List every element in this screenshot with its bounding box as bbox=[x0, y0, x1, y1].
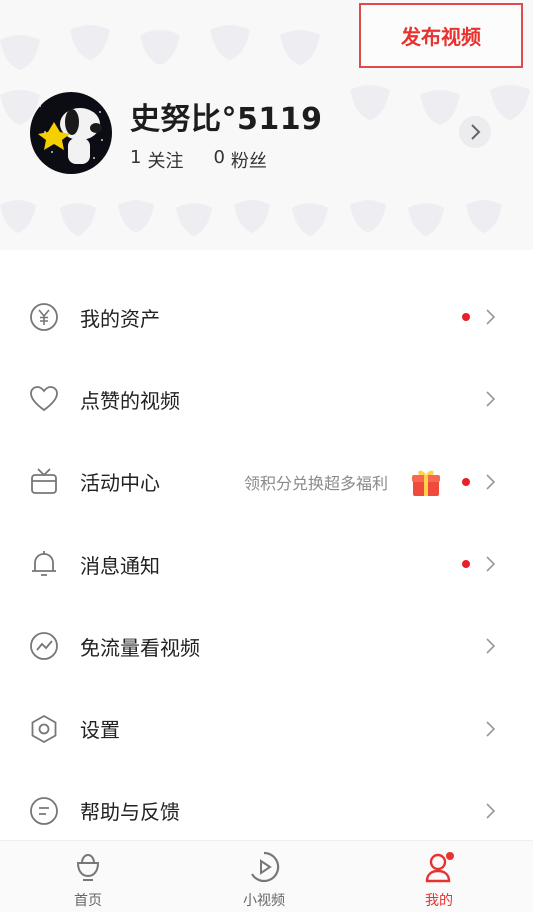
chevron-right-icon bbox=[486, 803, 496, 819]
bell-icon bbox=[29, 549, 59, 579]
chevron-right-icon bbox=[486, 309, 496, 325]
chevron-right-icon bbox=[486, 391, 496, 408]
menu-item-label: 设置 bbox=[80, 718, 120, 743]
menu-item-settings[interactable]: 设置 bbox=[0, 687, 533, 769]
profile-arrow-button[interactable] bbox=[459, 116, 491, 148]
chevron-right-icon bbox=[486, 638, 496, 654]
menu-item-free-data[interactable]: 免流量看视频 bbox=[0, 605, 533, 687]
followers-count[interactable]: 0 粉丝 bbox=[213, 147, 266, 173]
tab-label: 我的 bbox=[425, 893, 453, 909]
feedback-icon bbox=[29, 796, 59, 826]
heart-icon bbox=[29, 384, 59, 414]
following-label: 关注 bbox=[147, 151, 184, 172]
chevron-right-icon bbox=[486, 721, 496, 737]
following-number: 1 bbox=[130, 147, 142, 168]
tab-mine[interactable]: 我的 bbox=[379, 841, 499, 912]
menu-item-activity-center[interactable]: 活动中心 领积分兑换超多福利 bbox=[0, 441, 533, 523]
yuan-coin-icon bbox=[29, 302, 59, 332]
notification-dot bbox=[462, 313, 470, 322]
publish-video-button[interactable]: 发布视频 bbox=[359, 3, 523, 68]
username: 史努比°5119 bbox=[130, 102, 323, 137]
following-count[interactable]: 1 关注 bbox=[130, 147, 183, 173]
followers-label: 粉丝 bbox=[230, 151, 267, 172]
play-icon bbox=[251, 851, 280, 883]
home-icon bbox=[76, 853, 100, 881]
menu-list: 我的资产 点赞的视频 活动中心 领积分兑换超多福利 消息通知 免流量看视频 设置… bbox=[0, 276, 533, 852]
tab-short-video[interactable]: 小视频 bbox=[204, 841, 324, 912]
menu-item-label: 免流量看视频 bbox=[80, 635, 200, 660]
menu-item-notifications[interactable]: 消息通知 bbox=[0, 523, 533, 605]
menu-item-label: 点赞的视频 bbox=[80, 388, 180, 413]
notification-dot bbox=[462, 477, 470, 486]
menu-item-assets[interactable]: 我的资产 bbox=[0, 276, 533, 358]
notification-dot bbox=[462, 560, 470, 569]
chevron-right-icon bbox=[486, 556, 496, 572]
chevron-right-icon bbox=[486, 474, 496, 490]
bottom-tab-bar: 首页 小视频 我的 bbox=[0, 840, 533, 912]
gift-icon bbox=[412, 470, 440, 496]
menu-item-label: 消息通知 bbox=[80, 553, 160, 578]
tv-icon bbox=[29, 467, 59, 497]
activity-hint: 领积分兑换超多福利 bbox=[243, 473, 388, 493]
menu-item-liked-videos[interactable]: 点赞的视频 bbox=[0, 358, 533, 440]
menu-item-label: 我的资产 bbox=[80, 306, 160, 331]
trend-icon bbox=[29, 631, 59, 661]
followers-number: 0 bbox=[213, 147, 225, 168]
chevron-right-icon bbox=[471, 124, 481, 140]
menu-item-label: 活动中心 bbox=[80, 471, 160, 496]
tab-label: 首页 bbox=[74, 893, 102, 909]
profile-header: 发布视频 史努比°5119 1 关注 0 粉丝 bbox=[0, 0, 533, 250]
menu-item-label: 帮助与反馈 bbox=[80, 800, 180, 825]
profile-stats: 1 关注 0 粉丝 bbox=[130, 147, 267, 173]
avatar[interactable] bbox=[30, 92, 112, 174]
tab-home[interactable]: 首页 bbox=[28, 841, 148, 912]
hexagon-settings-icon bbox=[29, 714, 59, 744]
profile-icon bbox=[425, 852, 454, 883]
tab-label: 小视频 bbox=[243, 893, 285, 909]
